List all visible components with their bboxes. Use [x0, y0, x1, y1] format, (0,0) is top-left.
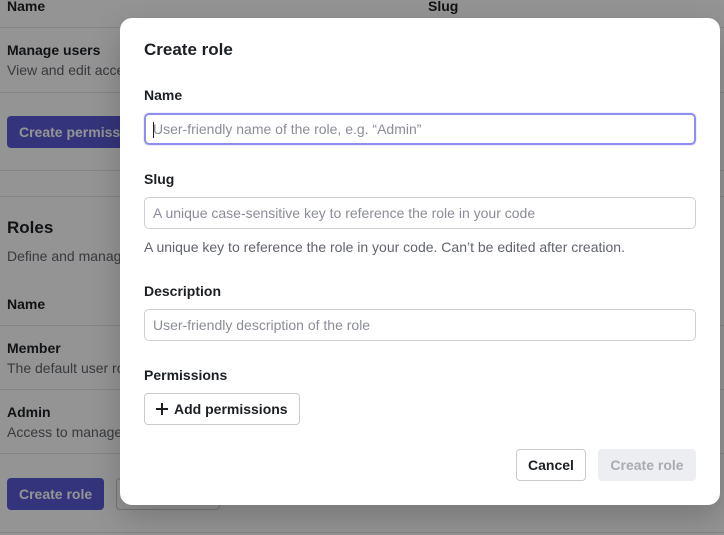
plus-icon: [156, 403, 168, 415]
cancel-button[interactable]: Cancel: [516, 449, 586, 481]
name-input[interactable]: [144, 113, 696, 145]
text-caret: [153, 122, 154, 138]
permissions-label: Permissions: [144, 367, 228, 383]
description-input[interactable]: [144, 309, 696, 341]
slug-input[interactable]: [144, 197, 696, 229]
description-label: Description: [144, 283, 222, 299]
slug-label: Slug: [144, 171, 175, 187]
name-label: Name: [144, 87, 183, 103]
create-role-dialog: Create role Name Slug A unique key to re…: [120, 18, 720, 505]
add-permissions-button[interactable]: Add permissions: [144, 393, 300, 425]
dialog-title: Create role: [144, 40, 233, 59]
add-permissions-label: Add permissions: [174, 401, 288, 417]
create-role-button[interactable]: Create role: [598, 449, 696, 481]
slug-hint: A unique key to reference the role in yo…: [144, 239, 625, 255]
